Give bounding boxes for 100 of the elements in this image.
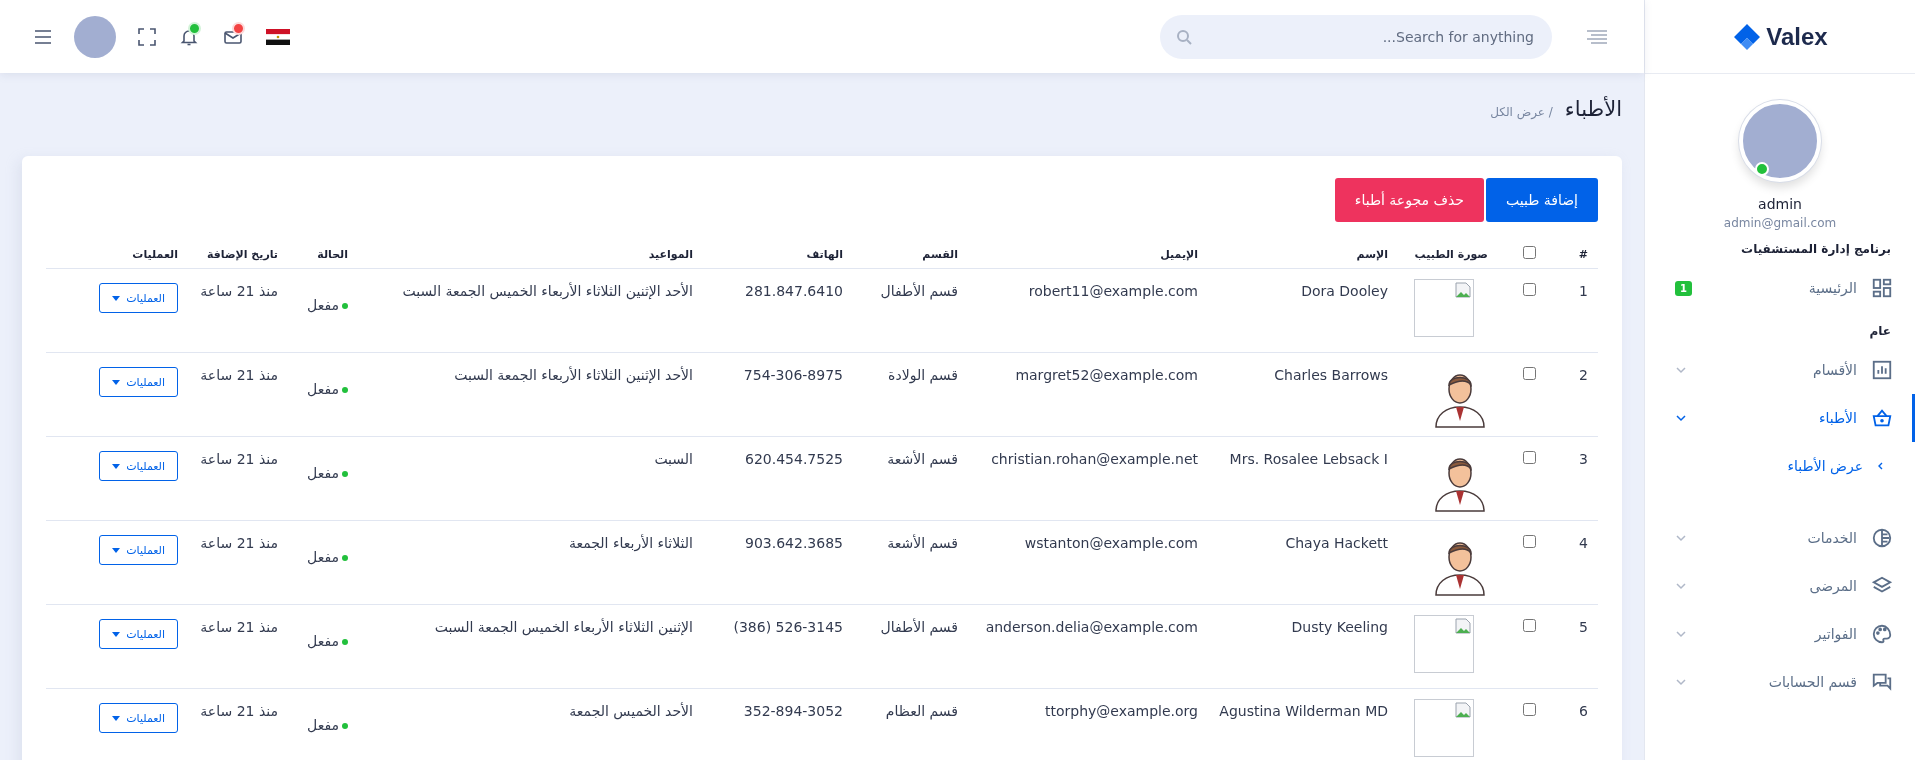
sidebar-item[interactable]: الأطباء: [1645, 394, 1915, 442]
email-text: ttorphy@example.org: [1045, 703, 1198, 719]
delete-button[interactable]: حذف مجوعة أطباء: [1334, 178, 1484, 222]
sidebar-section-title: برنامج إدارة المستشفيات: [1740, 241, 1892, 258]
caret-icon: [112, 547, 121, 553]
status-text: مفعل: [307, 633, 339, 649]
row-checkbox[interactable]: [1523, 451, 1536, 464]
appointments-text: الإثنين الثلاثاء الأربعاء الخميس الجمعة السبت: [434, 619, 693, 635]
search-field[interactable]: Search for anything...: [1160, 14, 1552, 59]
appointments-text: الأحد الخميس الجمعة: [569, 703, 693, 719]
row-number: 6: [1579, 703, 1588, 719]
row-checkbox[interactable]: [1523, 619, 1536, 632]
department-text: قسم العظام: [885, 703, 958, 719]
egypt-flag-icon[interactable]: [266, 28, 290, 45]
doctor-name: Dora Dooley: [1301, 283, 1388, 299]
appointments-text: الثلاثاء الأربعاء الجمعة: [568, 535, 693, 551]
row-number: 1: [1579, 283, 1588, 299]
added-time: منذ 21 ساعة: [200, 451, 278, 467]
caret-icon: [112, 379, 121, 385]
column-header: صورة الطبيب: [1414, 247, 1488, 261]
bar-chart-icon: [1871, 359, 1893, 381]
status-text: مفعل: [307, 465, 339, 481]
actions-dropdown-button[interactable]: العمليات: [99, 535, 178, 565]
broken-image-icon: [1455, 282, 1471, 298]
appointments-text: السبت: [654, 451, 693, 467]
doctor-name: Charles Barrows: [1274, 367, 1388, 383]
doctor-name: Dusty Keeling: [1291, 619, 1388, 635]
column-header: الحالة: [317, 247, 348, 261]
row-number: 2: [1579, 367, 1588, 383]
search-icon: [1176, 28, 1192, 45]
row-checkbox[interactable]: [1523, 535, 1536, 548]
appointments-text: الأحد الإثنين الثلاثاء الأربعاء الخميس الجمعة السبت: [402, 283, 693, 299]
count-badge: 1: [1675, 280, 1692, 296]
actions-dropdown-button[interactable]: العمليات: [99, 619, 178, 649]
status-text: مفعل: [307, 717, 339, 733]
half-circle-icon: [1871, 527, 1893, 549]
phone-text: 620.454.7525: [745, 451, 843, 467]
sidebar-item[interactable]: المرضى: [1645, 562, 1915, 610]
row-number: 5: [1579, 619, 1588, 635]
status-text: مفعل: [307, 381, 339, 397]
sidebar-subitem[interactable]: عرض الأطباء: [1645, 442, 1915, 506]
chevron-icon: [1877, 461, 1885, 471]
actions-dropdown-button[interactable]: العمليات: [99, 451, 178, 481]
sidebar-item[interactable]: الفواتير: [1645, 610, 1915, 658]
sidebar-item[interactable]: الأقسام: [1645, 346, 1915, 394]
added-time: منذ 21 ساعة: [200, 703, 278, 719]
phone-text: 352-894-3052: [743, 703, 843, 719]
sidebar-item[interactable]: الخدمات: [1645, 514, 1915, 562]
column-header: الإيميل: [1160, 247, 1198, 261]
added-time: منذ 21 ساعة: [200, 619, 278, 635]
row-number: 4: [1579, 535, 1588, 551]
status-text: مفعل: [307, 549, 339, 565]
column-header: تاريخ الإضافة: [206, 247, 278, 261]
dashboard-icon: [1871, 277, 1893, 299]
actions-dropdown-button[interactable]: العمليات: [99, 703, 178, 733]
doctor-name: Agustina Wilderman MD: [1219, 703, 1388, 719]
phone-text: 754-306-8975: [743, 367, 843, 383]
added-time: منذ 21 ساعة: [200, 367, 278, 383]
logo-icon: [1732, 21, 1763, 52]
fullscreen-icon[interactable]: [138, 27, 156, 46]
doctor-name: Chaya Hackett: [1285, 535, 1388, 551]
added-time: منذ 21 ساعة: [200, 535, 278, 551]
added-time: منذ 21 ساعة: [200, 283, 278, 299]
page-title: الأطباء: [1564, 97, 1622, 121]
actions-dropdown-button[interactable]: العمليات: [99, 367, 178, 397]
phone-text: (386) 526-3145: [733, 619, 843, 635]
email-text: christian.rohan@example.net: [991, 451, 1198, 467]
row-checkbox[interactable]: [1523, 703, 1536, 716]
department-text: قسم الأشعة: [887, 535, 958, 551]
sidebar-item[interactable]: قسم الحسابات: [1645, 658, 1915, 706]
chat-icon: [1871, 671, 1893, 693]
menu-icon[interactable]: [34, 29, 52, 44]
logo-text: Valex: [1766, 22, 1828, 51]
broken-image-icon: [1455, 702, 1471, 718]
add-button[interactable]: إضافة طبيب: [1485, 178, 1598, 222]
column-header: المواعيد: [648, 247, 693, 261]
actions-dropdown-button[interactable]: العمليات: [99, 283, 178, 313]
sidebar-section-title: عام: [1868, 323, 1892, 341]
column-header: الإسم: [1356, 247, 1388, 261]
phone-text: 281.847.6410: [745, 283, 843, 299]
row-checkbox[interactable]: [1523, 367, 1536, 380]
select-all-checkbox[interactable]: [1523, 246, 1536, 259]
appointments-text: الأحد الإثنين الثلاثاء الأربعاء الجمعة السبت: [454, 367, 693, 383]
phone-text: 903.642.3685: [745, 535, 843, 551]
search-input[interactable]: Search for anything...: [1200, 27, 1536, 46]
broken-image-icon: [1455, 618, 1471, 634]
column-header: #: [1546, 246, 1598, 269]
column-header: القسم: [922, 247, 958, 261]
user-email: admin@gmail.com: [1723, 216, 1837, 230]
palette-icon: [1871, 623, 1893, 645]
column-header: الهاتف: [806, 247, 843, 261]
row-number: 3: [1579, 451, 1588, 467]
email-text: margret52@example.com: [1015, 367, 1198, 383]
email-text: wstanton@example.com: [1024, 535, 1198, 551]
user-name: admin: [1758, 196, 1802, 212]
row-checkbox[interactable]: [1523, 283, 1536, 296]
department-text: قسم الأطفال: [880, 283, 958, 299]
caret-icon: [112, 463, 121, 469]
breadcrumb[interactable]: / عرض الكل: [1490, 105, 1553, 119]
department-text: قسم الأطفال: [880, 619, 958, 635]
